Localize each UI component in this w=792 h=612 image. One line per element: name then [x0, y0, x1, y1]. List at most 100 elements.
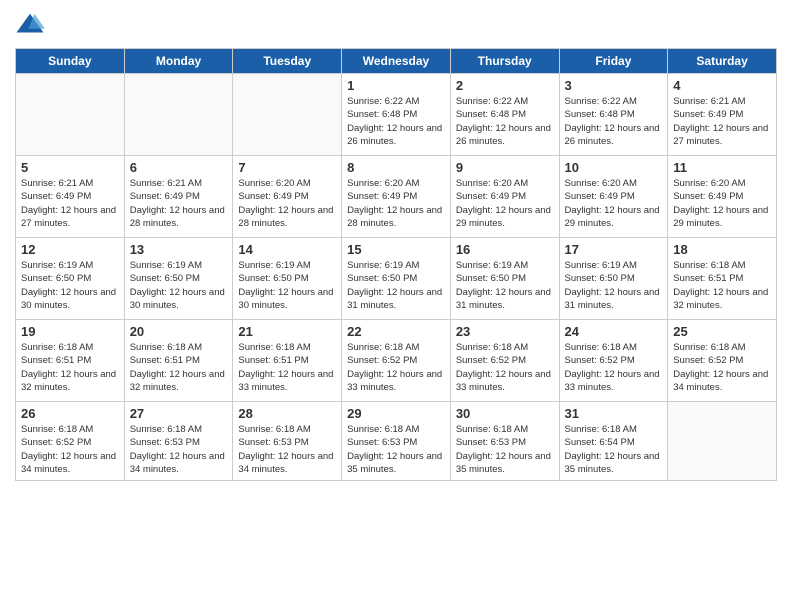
calendar-week-row: 1 Sunrise: 6:22 AM Sunset: 6:48 PM Daylig… — [16, 74, 777, 156]
day-info: Sunrise: 6:18 AM Sunset: 6:53 PM Dayligh… — [238, 423, 336, 476]
day-info: Sunrise: 6:19 AM Sunset: 6:50 PM Dayligh… — [21, 259, 119, 312]
day-info: Sunrise: 6:18 AM Sunset: 6:52 PM Dayligh… — [456, 341, 554, 394]
day-number: 16 — [456, 242, 554, 257]
day-info: Sunrise: 6:22 AM Sunset: 6:48 PM Dayligh… — [347, 95, 445, 148]
calendar-cell: 29 Sunrise: 6:18 AM Sunset: 6:53 PM Dayli… — [342, 402, 451, 481]
calendar-cell: 28 Sunrise: 6:18 AM Sunset: 6:53 PM Dayli… — [233, 402, 342, 481]
day-number: 20 — [130, 324, 228, 339]
calendar-cell — [233, 74, 342, 156]
calendar-cell: 19 Sunrise: 6:18 AM Sunset: 6:51 PM Dayli… — [16, 320, 125, 402]
day-info: Sunrise: 6:20 AM Sunset: 6:49 PM Dayligh… — [238, 177, 336, 230]
weekday-header: Friday — [559, 49, 668, 74]
day-info: Sunrise: 6:18 AM Sunset: 6:54 PM Dayligh… — [565, 423, 663, 476]
calendar-cell: 26Sunrise: 6:18 AM Sunset: 6:52 PM Dayli… — [16, 402, 125, 481]
weekday-header: Monday — [124, 49, 233, 74]
calendar-cell: 25 Sunrise: 6:18 AM Sunset: 6:52 PM Dayli… — [668, 320, 777, 402]
day-info: Sunrise: 6:18 AM Sunset: 6:53 PM Dayligh… — [456, 423, 554, 476]
day-info: Sunrise: 6:18 AM Sunset: 6:51 PM Dayligh… — [130, 341, 228, 394]
calendar-cell: 7Sunrise: 6:20 AM Sunset: 6:49 PM Daylig… — [233, 156, 342, 238]
calendar-cell: 15 Sunrise: 6:19 AM Sunset: 6:50 PM Dayli… — [342, 238, 451, 320]
calendar-cell: 5Sunrise: 6:21 AM Sunset: 6:49 PM Daylig… — [16, 156, 125, 238]
day-info: Sunrise: 6:19 AM Sunset: 6:50 PM Dayligh… — [238, 259, 336, 312]
day-info: Sunrise: 6:18 AM Sunset: 6:51 PM Dayligh… — [21, 341, 119, 394]
day-number: 6 — [130, 160, 228, 175]
day-info: Sunrise: 6:18 AM Sunset: 6:53 PM Dayligh… — [347, 423, 445, 476]
day-info: Sunrise: 6:19 AM Sunset: 6:50 PM Dayligh… — [456, 259, 554, 312]
day-number: 15 — [347, 242, 445, 257]
day-number: 11 — [673, 160, 771, 175]
weekday-header: Thursday — [450, 49, 559, 74]
day-info: Sunrise: 6:18 AM Sunset: 6:52 PM Dayligh… — [347, 341, 445, 394]
calendar-cell: 1 Sunrise: 6:22 AM Sunset: 6:48 PM Daylig… — [342, 74, 451, 156]
day-info: Sunrise: 6:21 AM Sunset: 6:49 PM Dayligh… — [673, 95, 771, 148]
weekday-header: Saturday — [668, 49, 777, 74]
day-number: 12 — [21, 242, 119, 257]
calendar-cell: 21 Sunrise: 6:18 AM Sunset: 6:51 PM Dayli… — [233, 320, 342, 402]
calendar-cell: 20 Sunrise: 6:18 AM Sunset: 6:51 PM Dayli… — [124, 320, 233, 402]
weekday-header: Tuesday — [233, 49, 342, 74]
day-info: Sunrise: 6:20 AM Sunset: 6:49 PM Dayligh… — [347, 177, 445, 230]
calendar-cell: 14Sunrise: 6:19 AM Sunset: 6:50 PM Dayli… — [233, 238, 342, 320]
day-info: Sunrise: 6:19 AM Sunset: 6:50 PM Dayligh… — [347, 259, 445, 312]
day-number: 31 — [565, 406, 663, 421]
day-number: 29 — [347, 406, 445, 421]
day-number: 4 — [673, 78, 771, 93]
day-info: Sunrise: 6:22 AM Sunset: 6:48 PM Dayligh… — [456, 95, 554, 148]
day-info: Sunrise: 6:18 AM Sunset: 6:52 PM Dayligh… — [673, 341, 771, 394]
day-info: Sunrise: 6:20 AM Sunset: 6:49 PM Dayligh… — [456, 177, 554, 230]
day-number: 10 — [565, 160, 663, 175]
day-number: 3 — [565, 78, 663, 93]
day-number: 17 — [565, 242, 663, 257]
calendar: SundayMondayTuesdayWednesdayThursdayFrid… — [15, 48, 777, 481]
day-number: 30 — [456, 406, 554, 421]
day-number: 26 — [21, 406, 119, 421]
day-info: Sunrise: 6:20 AM Sunset: 6:49 PM Dayligh… — [565, 177, 663, 230]
day-number: 1 — [347, 78, 445, 93]
calendar-cell: 30 Sunrise: 6:18 AM Sunset: 6:53 PM Dayli… — [450, 402, 559, 481]
calendar-cell: 9 Sunrise: 6:20 AM Sunset: 6:49 PM Daylig… — [450, 156, 559, 238]
day-number: 24 — [565, 324, 663, 339]
day-number: 21 — [238, 324, 336, 339]
day-info: Sunrise: 6:19 AM Sunset: 6:50 PM Dayligh… — [565, 259, 663, 312]
day-info: Sunrise: 6:21 AM Sunset: 6:49 PM Dayligh… — [21, 177, 119, 230]
header — [15, 10, 777, 40]
calendar-cell: 2 Sunrise: 6:22 AM Sunset: 6:48 PM Daylig… — [450, 74, 559, 156]
calendar-cell: 31 Sunrise: 6:18 AM Sunset: 6:54 PM Dayli… — [559, 402, 668, 481]
day-number: 9 — [456, 160, 554, 175]
calendar-cell: 3 Sunrise: 6:22 AM Sunset: 6:48 PM Daylig… — [559, 74, 668, 156]
day-info: Sunrise: 6:18 AM Sunset: 6:52 PM Dayligh… — [565, 341, 663, 394]
calendar-cell: 24 Sunrise: 6:18 AM Sunset: 6:52 PM Dayli… — [559, 320, 668, 402]
calendar-week-row: 5Sunrise: 6:21 AM Sunset: 6:49 PM Daylig… — [16, 156, 777, 238]
day-number: 2 — [456, 78, 554, 93]
calendar-week-row: 26Sunrise: 6:18 AM Sunset: 6:52 PM Dayli… — [16, 402, 777, 481]
calendar-cell: 17 Sunrise: 6:19 AM Sunset: 6:50 PM Dayli… — [559, 238, 668, 320]
day-number: 19 — [21, 324, 119, 339]
day-number: 23 — [456, 324, 554, 339]
calendar-cell — [668, 402, 777, 481]
calendar-cell: 11Sunrise: 6:20 AM Sunset: 6:49 PM Dayli… — [668, 156, 777, 238]
day-info: Sunrise: 6:21 AM Sunset: 6:49 PM Dayligh… — [130, 177, 228, 230]
day-info: Sunrise: 6:18 AM Sunset: 6:51 PM Dayligh… — [238, 341, 336, 394]
calendar-cell — [124, 74, 233, 156]
calendar-cell: 10 Sunrise: 6:20 AM Sunset: 6:49 PM Dayli… — [559, 156, 668, 238]
day-info: Sunrise: 6:22 AM Sunset: 6:48 PM Dayligh… — [565, 95, 663, 148]
logo-icon — [15, 10, 45, 40]
day-number: 18 — [673, 242, 771, 257]
calendar-cell: 4 Sunrise: 6:21 AM Sunset: 6:49 PM Daylig… — [668, 74, 777, 156]
calendar-cell: 13 Sunrise: 6:19 AM Sunset: 6:50 PM Dayli… — [124, 238, 233, 320]
day-number: 13 — [130, 242, 228, 257]
weekday-header: Wednesday — [342, 49, 451, 74]
day-info: Sunrise: 6:19 AM Sunset: 6:50 PM Dayligh… — [130, 259, 228, 312]
calendar-cell: 27Sunrise: 6:18 AM Sunset: 6:53 PM Dayli… — [124, 402, 233, 481]
calendar-cell: 23 Sunrise: 6:18 AM Sunset: 6:52 PM Dayli… — [450, 320, 559, 402]
calendar-week-row: 12 Sunrise: 6:19 AM Sunset: 6:50 PM Dayli… — [16, 238, 777, 320]
day-number: 25 — [673, 324, 771, 339]
day-info: Sunrise: 6:18 AM Sunset: 6:53 PM Dayligh… — [130, 423, 228, 476]
day-number: 28 — [238, 406, 336, 421]
weekday-header: Sunday — [16, 49, 125, 74]
calendar-cell: 12 Sunrise: 6:19 AM Sunset: 6:50 PM Dayli… — [16, 238, 125, 320]
weekday-header-row: SundayMondayTuesdayWednesdayThursdayFrid… — [16, 49, 777, 74]
calendar-cell: 18Sunrise: 6:18 AM Sunset: 6:51 PM Dayli… — [668, 238, 777, 320]
day-number: 8 — [347, 160, 445, 175]
calendar-cell: 16 Sunrise: 6:19 AM Sunset: 6:50 PM Dayli… — [450, 238, 559, 320]
